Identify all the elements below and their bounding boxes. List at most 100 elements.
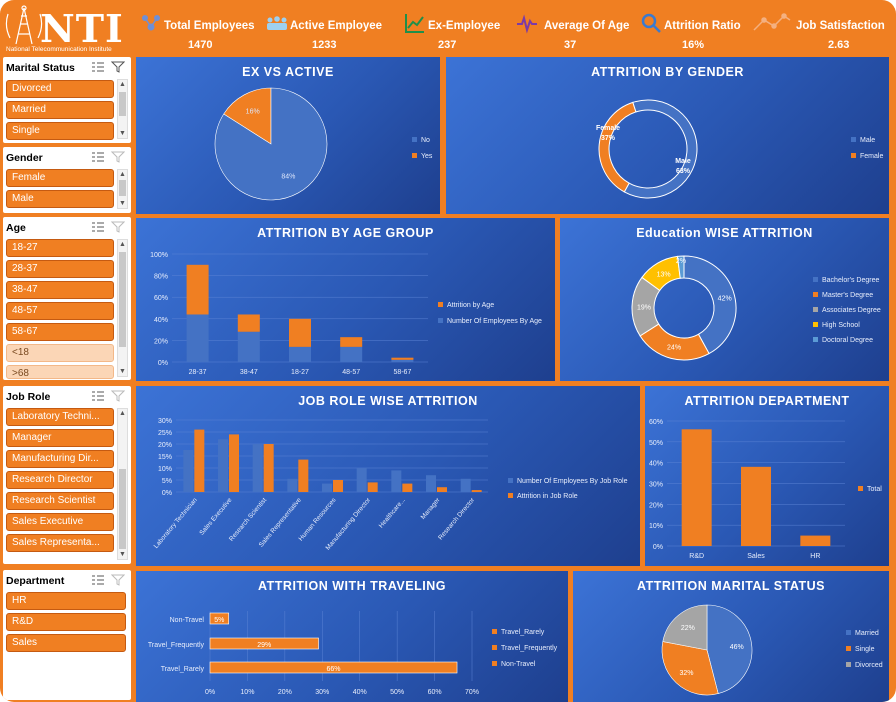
slicer-scrollbar[interactable]: ▲ ▼ — [117, 408, 128, 560]
tick-label: 40% — [154, 317, 168, 324]
clear-filter-icon[interactable] — [111, 574, 125, 586]
bar-attrition-in-job-role-sales-representative — [298, 459, 309, 492]
scroll-down-icon[interactable]: ▼ — [118, 129, 127, 138]
bar-number-of-employees-by-job-role-laboratory-technician — [183, 450, 194, 492]
data-label: 16% — [246, 109, 260, 116]
dashboard: NTI National Telecommunication Institute… — [0, 0, 896, 702]
tick-label: 50% — [390, 689, 404, 696]
legend-label: Total — [867, 486, 882, 493]
multi-select-icon[interactable] — [91, 390, 105, 402]
data-label: 63% — [676, 168, 691, 175]
slicer-item-research-director[interactable]: Research Director — [6, 471, 114, 489]
bar-number-of-employees-by-job-role-human-resources — [322, 483, 332, 492]
bar-number-of-employees-by-age-48-57 — [340, 346, 363, 362]
scroll-up-icon[interactable]: ▲ — [118, 240, 127, 249]
clear-filter-icon[interactable] — [111, 61, 125, 73]
tick-label: 30% — [315, 689, 329, 696]
legend-label: Number Of Employees By Job Role — [517, 478, 628, 485]
slicer-gender: Gender Female Male ▲ ▼ — [3, 147, 131, 213]
slicer-item-18-27[interactable]: 18-27 — [6, 239, 114, 257]
tick-label: 70% — [465, 689, 479, 696]
data-label: Male — [675, 158, 691, 165]
tick-label: 40% — [353, 689, 367, 696]
clear-filter-icon[interactable] — [111, 151, 125, 163]
slicer-item-sales[interactable]: Sales — [6, 634, 126, 652]
bar-number-of-employees-by-job-role-healthcare- — [391, 470, 402, 492]
legend-swatch — [858, 486, 863, 491]
bar-attrition-by-age-58-67 — [391, 357, 414, 360]
slicer-item-married[interactable]: Married — [6, 101, 114, 119]
clear-filter-icon[interactable] — [111, 390, 125, 402]
legend-label: Female — [860, 153, 883, 160]
multi-select-icon[interactable] — [91, 574, 105, 586]
tick-label: Healthcare... — [378, 497, 407, 530]
panel-attrition-age: ATTRITION BY AGE GROUP 100% 80% 60% 40% 20% 0… — [136, 218, 555, 381]
tick-label: Human Resources — [298, 496, 338, 542]
slicer-item-58-67[interactable]: 58-67 — [6, 323, 114, 341]
legend-swatch — [508, 478, 513, 483]
slicer-item-laboratory-technician[interactable]: Laboratory Techni... — [6, 408, 114, 426]
slicer-item-single[interactable]: Single — [6, 122, 114, 140]
data-label: 24% — [667, 345, 681, 352]
legend-swatch — [412, 153, 417, 158]
legend-swatch — [813, 307, 818, 312]
tick-label: 5% — [162, 478, 172, 485]
slicer-item-48-57[interactable]: 48-57 — [6, 302, 114, 320]
tick-label: Laboratory Technician — [153, 496, 199, 549]
slicer-item-rnd[interactable]: R&D — [6, 613, 126, 631]
header-bar: NTI National Telecommunication Institute… — [0, 0, 896, 56]
slicer-item-over-68[interactable]: >68 — [6, 365, 114, 379]
slicer-item-38-47[interactable]: 38-47 — [6, 281, 114, 299]
scroll-up-icon[interactable]: ▲ — [118, 80, 127, 89]
multi-select-icon[interactable] — [91, 61, 105, 73]
legend-label: Travel_Frequently — [501, 645, 558, 652]
slicer-item-divorced[interactable]: Divorced — [6, 80, 114, 98]
bar-number-of-employees-by-job-role-research-scientist — [252, 444, 263, 492]
slicer-item-sales-executive[interactable]: Sales Executive — [6, 513, 114, 531]
tick-label: 15% — [158, 454, 172, 461]
bar-attrition-by-age-38-47 — [237, 314, 260, 332]
panel-education: Education WISE ATTRITION 42% 24% 19% 13% 2% B… — [560, 218, 889, 381]
slicer-item-research-scientist[interactable]: Research Scientist — [6, 492, 114, 510]
slicer-item-sales-representative[interactable]: Sales Representa... — [6, 534, 114, 552]
slicer-scrollbar[interactable]: ▲ ▼ — [117, 169, 128, 209]
bar-number-of-employees-by-job-role-sales-representative — [287, 478, 298, 492]
slicer-scrollbar[interactable]: ▲ ▼ — [117, 239, 128, 377]
tick-label: 20% — [649, 502, 663, 509]
scroll-down-icon[interactable]: ▼ — [118, 199, 127, 208]
tick-label: 0% — [158, 360, 168, 367]
slicer-item-hr[interactable]: HR — [6, 592, 126, 610]
tick-label: 60% — [649, 419, 663, 426]
tick-label: 80% — [154, 274, 168, 281]
slicer-title: Department — [6, 575, 65, 587]
slicer-item-male[interactable]: Male — [6, 190, 114, 208]
slicer-item-manufacturing-director[interactable]: Manufacturing Dir... — [6, 450, 114, 468]
slicer-item-under-18[interactable]: <18 — [6, 344, 114, 362]
data-label: 22% — [681, 625, 695, 632]
tick-label: Travel_Frequently — [148, 642, 205, 649]
scroll-up-icon[interactable]: ▲ — [118, 170, 127, 179]
tick-label: 60% — [154, 295, 168, 302]
multi-select-icon[interactable] — [91, 151, 105, 163]
slicer-item-manager[interactable]: Manager — [6, 429, 114, 447]
legend-swatch — [438, 302, 443, 307]
bar-attrition-by-age-28-37 — [186, 264, 209, 315]
slicer-item-28-37[interactable]: 28-37 — [6, 260, 114, 278]
multi-select-icon[interactable] — [91, 221, 105, 233]
tick-label: 10% — [158, 466, 172, 473]
scroll-down-icon[interactable]: ▼ — [118, 367, 127, 376]
slicer-item-female[interactable]: Female — [6, 169, 114, 187]
slicer-scrollbar[interactable]: ▲ ▼ — [117, 79, 128, 139]
clear-filter-icon[interactable] — [111, 221, 125, 233]
scroll-up-icon[interactable]: ▲ — [118, 409, 127, 418]
age-heartbeat-icon — [517, 14, 537, 34]
legend-swatch — [846, 630, 851, 635]
tick-label: 60% — [428, 689, 442, 696]
attrition-gender-chart: Female 37% Male 63% Male Female — [596, 99, 883, 199]
legend-label: Attrition in Job Role — [517, 493, 578, 500]
tick-label: 40% — [649, 461, 663, 468]
bar-number-of-employees-by-job-role-manufacturing-director — [356, 468, 367, 492]
bar-attrition-in-job-role-human-resources — [333, 480, 343, 492]
scroll-down-icon[interactable]: ▼ — [118, 550, 127, 559]
tick-label: 25% — [158, 430, 172, 437]
